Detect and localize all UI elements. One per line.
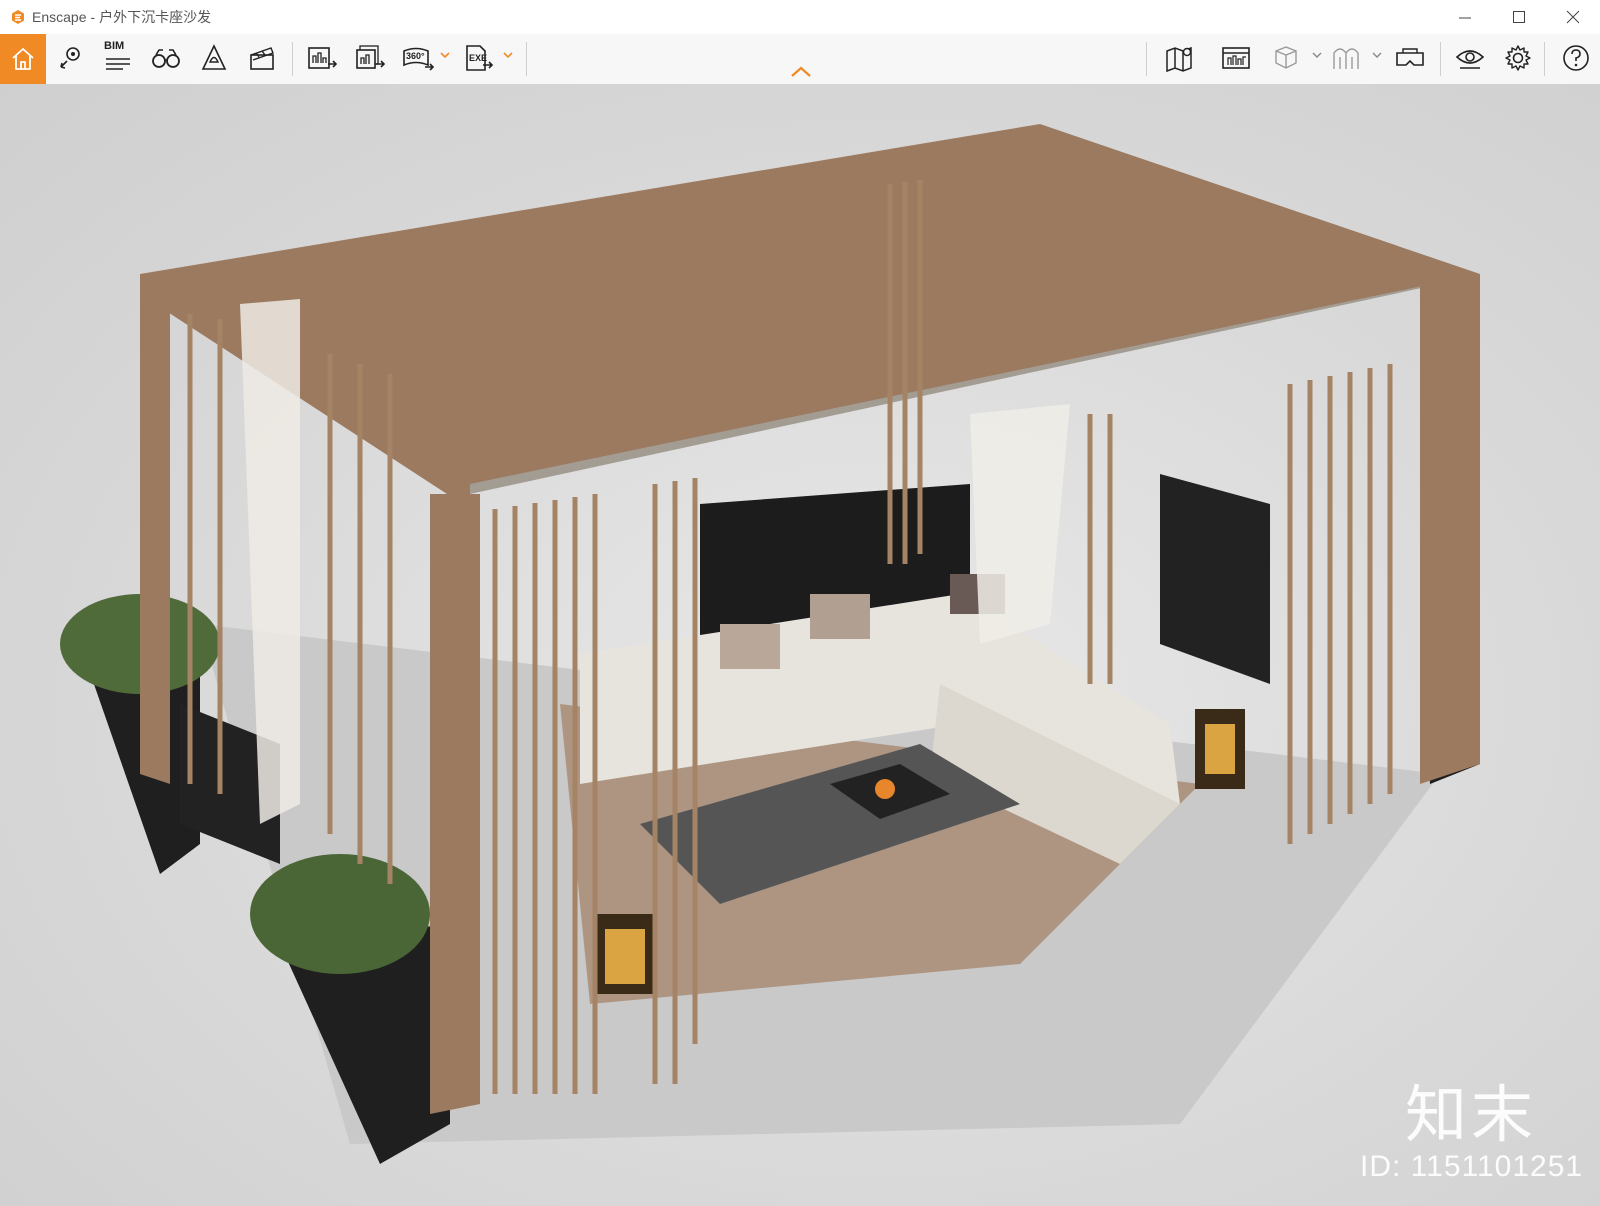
eye-icon bbox=[1455, 50, 1485, 69]
map-icon bbox=[1166, 46, 1192, 73]
walk-mode-button[interactable] bbox=[146, 38, 186, 78]
toolbar-divider bbox=[1440, 42, 1441, 76]
logo-wall bbox=[1160, 474, 1270, 684]
render-export-button[interactable] bbox=[302, 38, 342, 78]
lantern-glow bbox=[605, 929, 645, 984]
toolbar-divider bbox=[526, 42, 527, 76]
bim-label: BIM bbox=[104, 40, 125, 52]
visual-settings-icon bbox=[1333, 48, 1359, 69]
cube-view-button[interactable] bbox=[1264, 38, 1304, 78]
window-title-app: Enscape bbox=[32, 9, 87, 25]
collapse-toolbar-icon[interactable] bbox=[790, 66, 812, 78]
enscape-logo-icon bbox=[12, 10, 24, 24]
binoculars-icon bbox=[152, 49, 180, 68]
batch-render-icon bbox=[356, 45, 386, 69]
view-settings-button[interactable] bbox=[1450, 38, 1490, 78]
minimize-button[interactable] bbox=[1438, 0, 1492, 34]
bell-icon bbox=[201, 44, 227, 70]
watermark-logo-text: 知末 bbox=[1405, 1078, 1538, 1151]
panorama-360-label: 360° bbox=[406, 51, 425, 61]
chevron-down-icon[interactable] bbox=[1312, 50, 1322, 60]
chevron-down-icon[interactable] bbox=[440, 50, 450, 60]
gear-icon bbox=[1505, 45, 1531, 71]
window-title-document: 户外下沉卡座沙发 bbox=[99, 9, 212, 25]
asset-library-button[interactable] bbox=[1216, 38, 1256, 78]
lantern-glow bbox=[1205, 724, 1235, 774]
close-button[interactable] bbox=[1546, 0, 1600, 34]
minimize-icon bbox=[1459, 17, 1471, 19]
title-bar: Enscape - 户外下沉卡座沙发 bbox=[0, 0, 1600, 35]
shrub bbox=[250, 854, 430, 974]
render-export-icon bbox=[308, 47, 338, 69]
vr-headset-icon bbox=[1396, 48, 1424, 66]
visual-settings-button[interactable] bbox=[1326, 38, 1366, 78]
clapperboard-icon bbox=[250, 47, 274, 70]
curtain bbox=[970, 404, 1070, 644]
close-icon bbox=[1566, 10, 1580, 24]
maximize-button[interactable] bbox=[1492, 0, 1546, 34]
exe-label: EXE bbox=[469, 53, 488, 63]
home-icon bbox=[12, 48, 34, 70]
cushion bbox=[720, 624, 780, 669]
vr-headset-button[interactable] bbox=[1390, 38, 1430, 78]
chevron-down-icon[interactable] bbox=[503, 50, 513, 60]
home-button[interactable] bbox=[0, 34, 46, 84]
toolbar-divider bbox=[1544, 42, 1545, 76]
video-editor-button[interactable] bbox=[242, 38, 282, 78]
pergola-scene bbox=[60, 124, 1480, 1164]
watermark-id: ID: 1151101251 bbox=[1360, 1150, 1584, 1183]
help-button[interactable] bbox=[1556, 38, 1596, 78]
chevron-down-icon[interactable] bbox=[1372, 50, 1382, 60]
sync-button[interactable] bbox=[194, 38, 234, 78]
fire-flame bbox=[875, 779, 895, 799]
map-button[interactable] bbox=[1160, 38, 1200, 78]
maximize-icon bbox=[1513, 11, 1525, 23]
render-viewport[interactable]: 知末 ID: 1151101251 bbox=[0, 84, 1600, 1206]
batch-render-button[interactable] bbox=[350, 38, 390, 78]
cube-view-icon bbox=[1275, 46, 1297, 69]
panorama-360-button[interactable]: 360° bbox=[398, 38, 438, 78]
settings-button[interactable] bbox=[1498, 38, 1538, 78]
cushion bbox=[810, 594, 870, 639]
toolbar-divider bbox=[1146, 42, 1147, 76]
exe-export-button[interactable]: EXE bbox=[458, 38, 498, 78]
location-pin-icon bbox=[60, 47, 80, 69]
asset-library-icon bbox=[1222, 47, 1250, 69]
help-icon bbox=[1563, 45, 1589, 71]
views-button[interactable] bbox=[50, 38, 90, 78]
toolbar-divider bbox=[292, 42, 293, 76]
window-title-separator: - bbox=[90, 9, 96, 25]
